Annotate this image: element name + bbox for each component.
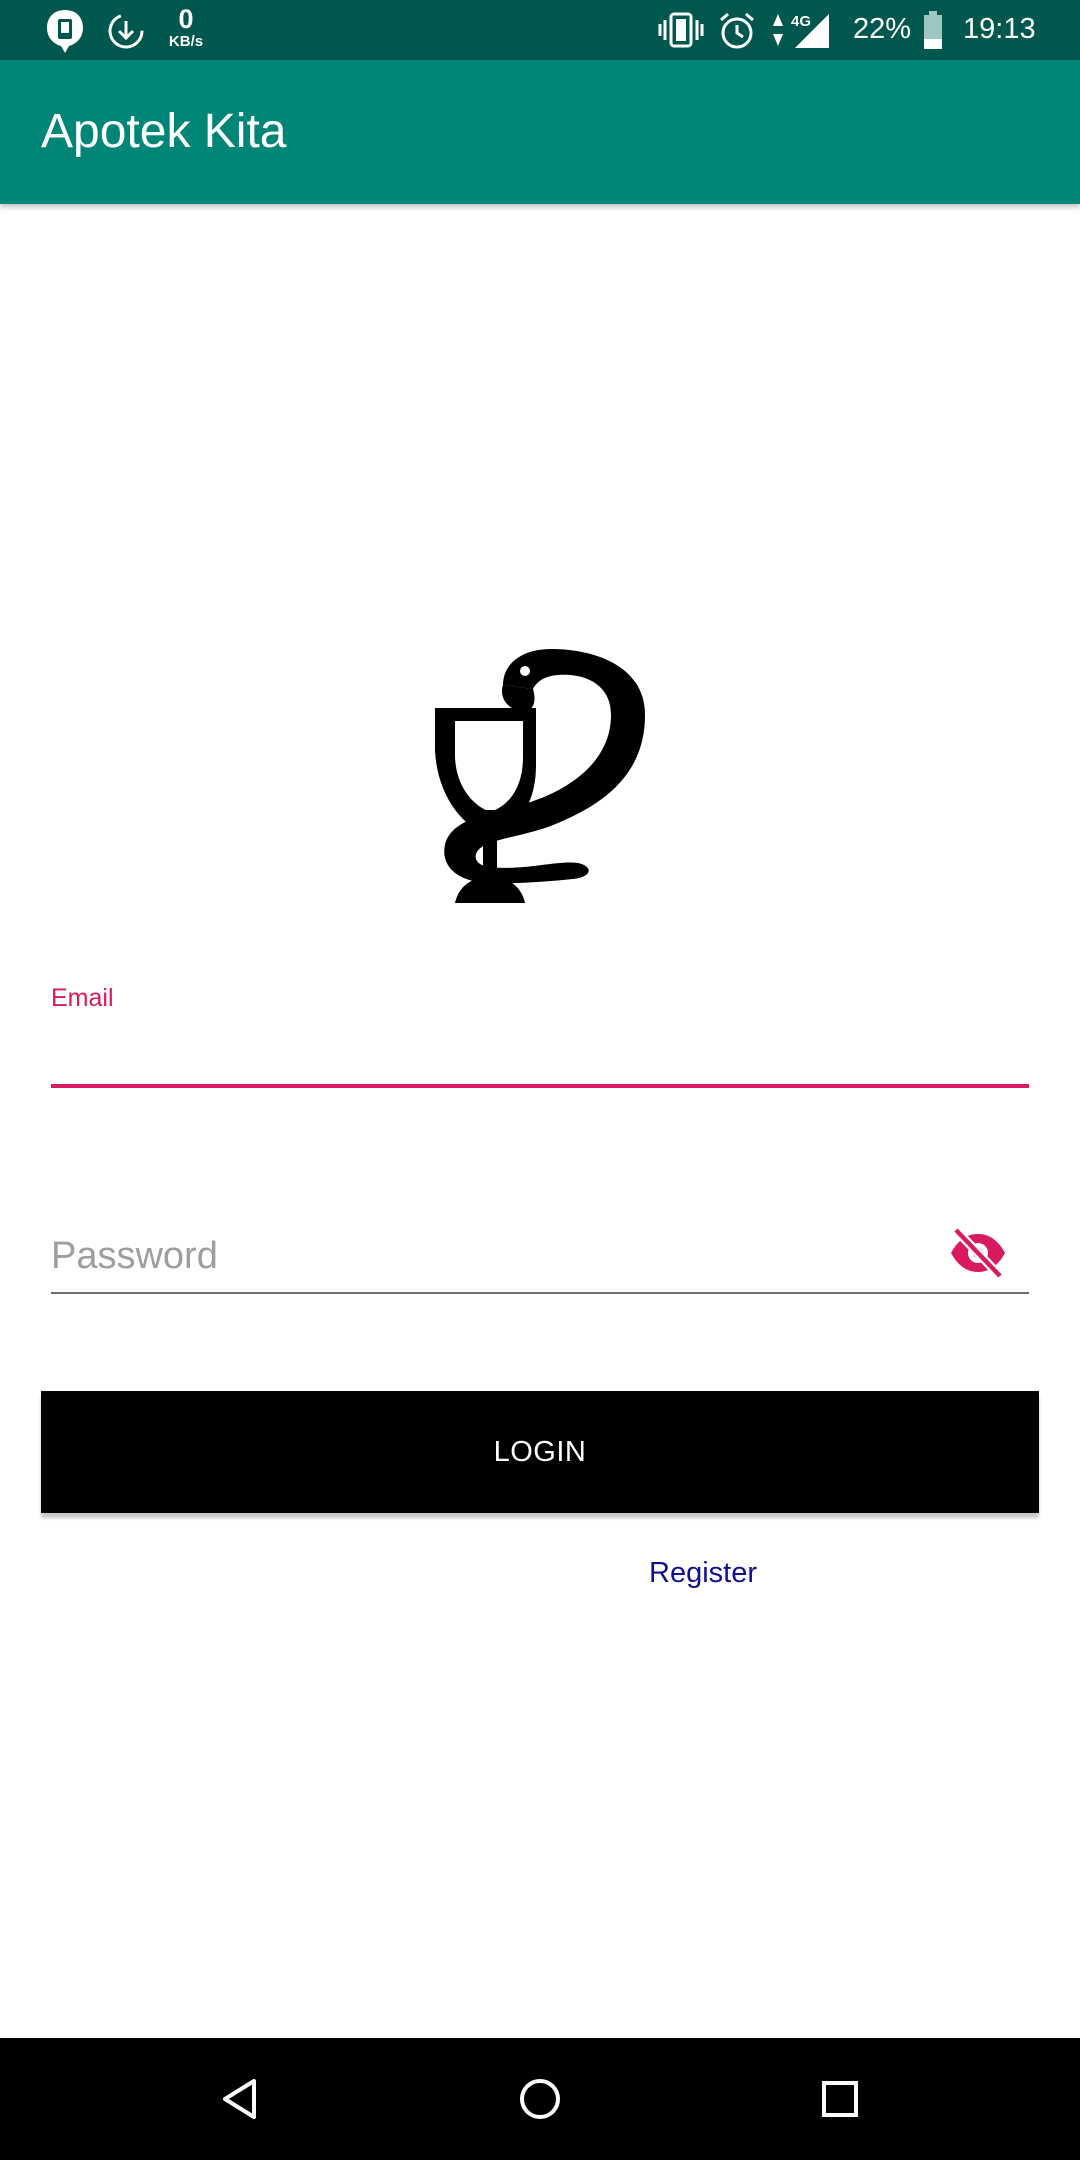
clock: 19:13 (963, 13, 1036, 45)
navigation-bar (0, 2038, 1080, 2160)
pharmacy-logo-icon (433, 645, 645, 903)
back-icon[interactable] (180, 2038, 300, 2160)
email-field[interactable] (51, 1018, 1029, 1088)
signal-icon: 4G (771, 10, 831, 50)
app-title: Apotek Kita (41, 105, 287, 158)
email-label: Email (51, 984, 114, 1012)
visibility-off-icon[interactable] (948, 1226, 1008, 1280)
network-speed-value: 0 (178, 4, 194, 34)
app-bar: Apotek Kita (0, 60, 1080, 204)
status-bar: 0 KB/s 4G 22% 19:13 (0, 0, 1080, 60)
alarm-icon (717, 11, 757, 51)
notification-icon (44, 8, 86, 54)
download-icon (106, 11, 146, 51)
network-speed: 0 KB/s (162, 4, 210, 50)
battery-icon (922, 10, 944, 50)
home-icon[interactable] (480, 2038, 600, 2160)
network-type: 4G (791, 13, 811, 30)
login-button[interactable]: LOGIN (41, 1391, 1039, 1513)
register-link[interactable]: Register (649, 1557, 757, 1590)
network-speed-unit: KB/s (168, 33, 204, 50)
recents-icon[interactable] (780, 2038, 900, 2160)
vibrate-icon (658, 12, 704, 48)
battery-percent: 22% (853, 13, 912, 45)
password-field[interactable] (51, 1220, 1029, 1294)
login-screen: 0 KB/s 4G 22% 19:13 Apotek Kita Email LO… (0, 0, 1080, 2160)
